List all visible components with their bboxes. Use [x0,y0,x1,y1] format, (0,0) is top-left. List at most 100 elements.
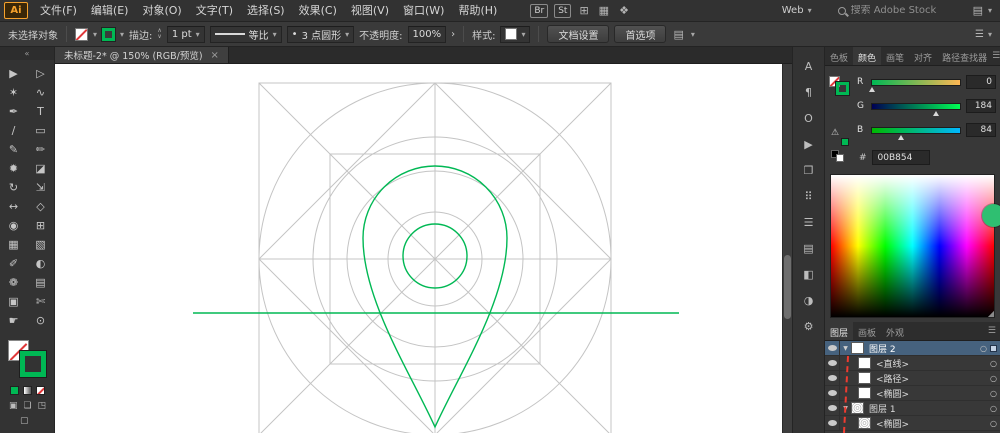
menu-item[interactable]: 窗口(W) [396,0,451,22]
blend-tool[interactable]: ◐ [27,254,54,273]
slice-tool[interactable]: ✄ [27,292,54,311]
gradient-tool[interactable]: ▧ [27,235,54,254]
blob-brush-tool[interactable]: ✹ [0,159,27,178]
none-button[interactable] [36,386,45,395]
draw-normal-icon[interactable]: ▣ [9,401,18,411]
target-circle-icon[interactable]: ○ [977,344,990,353]
close-icon[interactable]: × [211,50,219,61]
symbol-sprayer-tool[interactable]: ❁ [0,273,27,292]
zoom-tool[interactable]: ⊙ [27,311,54,330]
magic-wand-tool[interactable]: ✶ [0,83,27,102]
visibility-toggle[interactable] [825,416,840,430]
line-segment-tool[interactable]: ∕ [0,121,27,140]
layout-view-icon[interactable]: ▦ [597,4,611,17]
visibility-toggle[interactable] [825,386,840,400]
channel-b-slider[interactable] [871,126,961,140]
free-transform-tool[interactable]: ◇ [27,197,54,216]
hex-value-field[interactable]: 00B854 [871,150,930,165]
channel-value-field[interactable]: 0 [966,75,996,89]
scrollbar-thumb[interactable] [784,255,791,319]
tab-appearance[interactable]: 外观 [881,322,909,340]
mesh-tool[interactable]: ▦ [0,235,27,254]
grid-view-icon[interactable]: ⊞ [577,4,590,17]
tab-artboards[interactable]: 画板 [853,322,881,340]
tab-align[interactable]: 对齐 [909,47,937,65]
settings-panel-icon[interactable]: ⚙ [793,313,824,339]
visibility-toggle[interactable] [825,356,840,370]
stroke-swatch[interactable] [101,26,117,42]
layer-row[interactable]: <椭圆> ○ [825,416,1000,431]
draw-inside-icon[interactable]: ◳ [38,401,47,411]
tab-pathfinder[interactable]: 路径查找器 [937,47,992,65]
visibility-toggle[interactable] [825,371,840,385]
arrange-documents-icon[interactable]: ▤ [971,4,985,17]
gamut-warning-icon[interactable]: ⚠ [831,128,839,138]
libraries-panel-icon[interactable]: ❐ [793,157,824,183]
opacity-more-icon[interactable]: › [451,29,455,40]
target-circle-icon[interactable]: ○ [987,359,1000,368]
menu-item[interactable]: 选择(S) [240,0,292,22]
scale-tool[interactable]: ⇲ [27,178,54,197]
character-panel-icon[interactable]: A [793,53,824,79]
eraser-tool[interactable]: ◪ [27,159,54,178]
stroke-weight-field[interactable]: 1 pt ▾ [166,25,205,43]
bridge-icon[interactable]: Br [530,3,549,18]
white-swatch[interactable] [836,154,844,162]
workspace-switcher[interactable]: Web ▾ [774,5,820,16]
color-button[interactable] [10,386,19,395]
tab-layers[interactable]: 图层 [825,322,854,340]
stroke-weight-stepper[interactable]: ∧ ∨ [157,28,161,40]
panel-options-icon[interactable]: ▤ [671,28,685,41]
channel-value-field[interactable]: 184 [966,99,996,113]
menu-item[interactable]: 视图(V) [344,0,396,22]
menu-item[interactable]: 效果(C) [292,0,344,22]
slider-handle-icon[interactable] [869,86,875,92]
slider-handle-icon[interactable] [897,134,904,140]
rectangle-tool[interactable]: ▭ [27,121,54,140]
color-spectrum[interactable]: ◢ [830,174,995,318]
layer-row[interactable]: <路径> ○ [825,371,1000,386]
type-tool[interactable]: T [27,102,54,121]
gradient-panel-icon[interactable]: ◧ [793,261,824,287]
tab-swatches[interactable]: 色板 [825,47,853,65]
panel-menu-icon[interactable]: ☰ [988,322,1000,340]
width-profile-dropdown[interactable]: 等比 ▾ [209,25,282,43]
preferences-button[interactable]: 首选项 [614,25,667,43]
stock-search[interactable] [837,5,959,16]
hand-tool[interactable]: ☛ [0,311,27,330]
opacity-field[interactable]: 100% [407,25,447,43]
pencil-tool[interactable]: ✏ [27,140,54,159]
channel-g-slider[interactable] [871,102,961,116]
style-dropdown[interactable]: ▾ [500,25,531,43]
vertical-scrollbar[interactable] [782,64,792,433]
gamut-color-chip[interactable] [841,138,849,146]
chevron-down-icon[interactable]: ▾ [120,30,124,39]
column-graph-tool[interactable]: ▤ [27,273,54,292]
target-circle-icon[interactable]: ○ [987,404,1000,413]
eyedropper-tool[interactable]: ✐ [0,254,27,273]
draw-behind-icon[interactable]: ❏ [24,401,32,411]
tab-color[interactable]: 颜色 [853,47,882,65]
screen-mode-button[interactable]: ▢ [20,416,29,426]
menu-item[interactable]: 帮助(H) [451,0,504,22]
toolbar-collapse-button[interactable]: « [0,47,54,60]
selection-tool[interactable]: ▶ [0,64,27,83]
layer-row[interactable]: <椭圆> ○ [825,386,1000,401]
paragraph-panel-icon[interactable]: ¶ [793,79,824,105]
menu-item[interactable]: 文字(T) [189,0,240,22]
direct-selection-tool[interactable]: ▷ [27,64,54,83]
document-setup-button[interactable]: 文档设置 [547,25,610,43]
panel-menu-icon[interactable]: ☰ [992,47,1000,65]
chevron-down-icon[interactable]: ▾ [93,30,97,39]
transparency-panel-icon[interactable]: ◑ [793,287,824,313]
tab-brushes[interactable]: 画笔 [881,47,909,65]
illustrator-logo[interactable]: Ai [4,2,28,19]
document-tab[interactable]: 未标题-2* @ 150% (RGB/预览) × [55,47,229,63]
stepper-down-icon[interactable]: ∨ [157,34,161,40]
symbols-panel-icon[interactable]: ⠿ [793,183,824,209]
visibility-toggle[interactable] [825,401,840,415]
slider-handle-icon[interactable] [932,110,939,116]
opentype-panel-icon[interactable]: O [793,105,824,131]
pen-tool[interactable]: ✒ [0,102,27,121]
target-circle-icon[interactable]: ○ [987,389,1000,398]
